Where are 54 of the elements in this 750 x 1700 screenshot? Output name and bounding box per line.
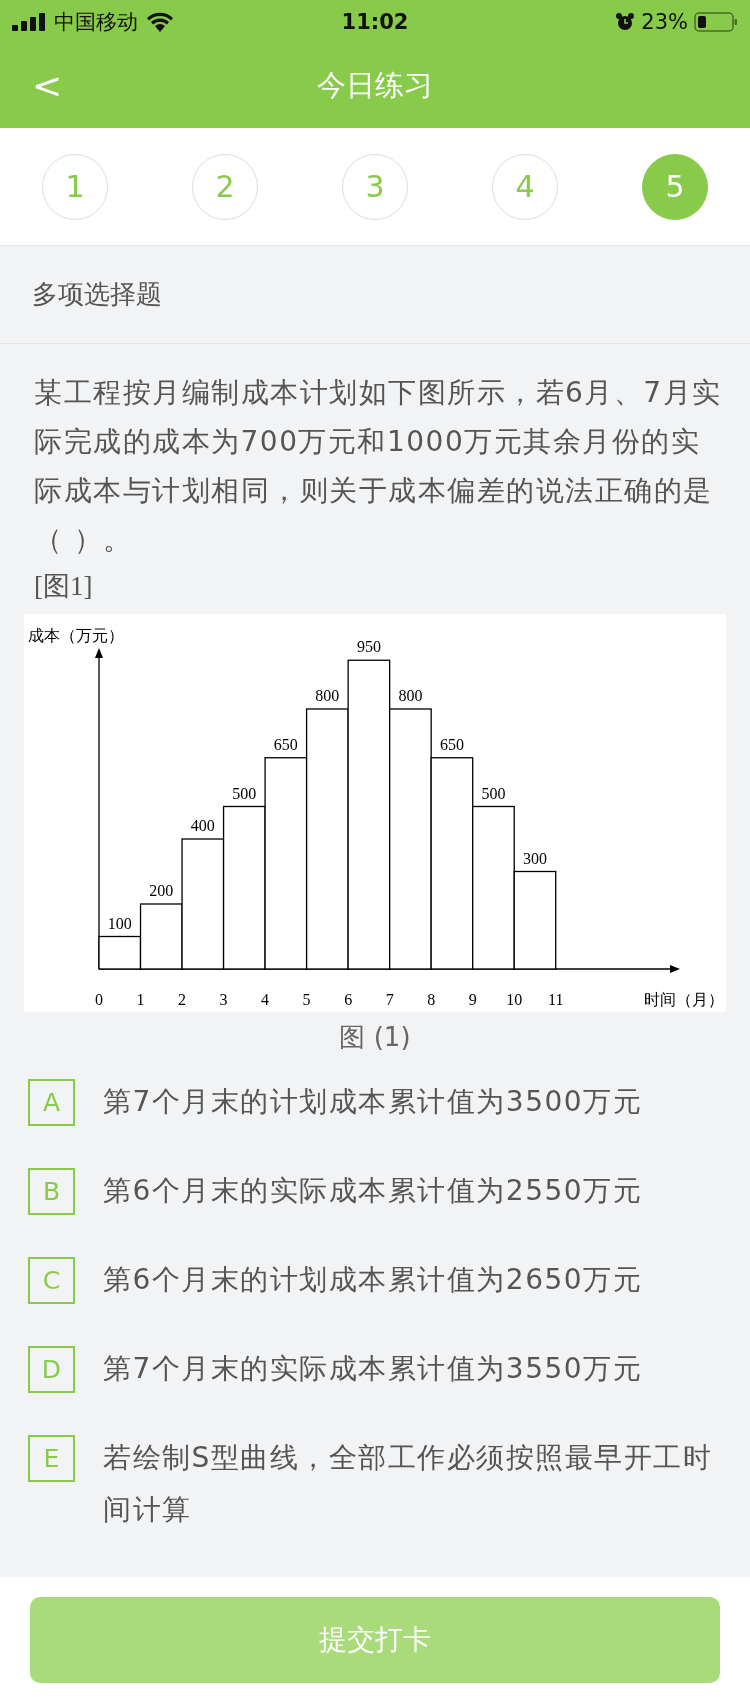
tick-label: 5 <box>302 991 311 1008</box>
page-title: 今日练习 <box>317 67 433 102</box>
question-type: 多项选择题 <box>32 278 162 311</box>
clock-time: 11:02 <box>341 9 409 34</box>
option-letter[interactable]: D <box>28 1346 75 1393</box>
data-label: 500 <box>232 784 257 802</box>
signal-icon <box>12 12 46 31</box>
axis-title: 成本（万元） <box>28 626 124 645</box>
data-label: 400 <box>190 817 215 834</box>
question-number[interactable]: 2 <box>192 153 258 220</box>
option-text[interactable]: 第6个月末的实际成本累计值为2550万元 <box>103 1165 643 1217</box>
figure-caption: 图 (1) <box>339 1022 411 1052</box>
carrier-name: 中国移动 <box>54 8 138 36</box>
option-letter[interactable]: C <box>28 1257 75 1304</box>
option-text[interactable]: 第7个月末的实际成本累计值为3550万元 <box>103 1343 643 1395</box>
data-label: 100 <box>107 914 132 932</box>
tick-label: 11 <box>548 991 564 1008</box>
tick-label: 6 <box>344 991 353 1008</box>
data-label: 200 <box>149 882 174 899</box>
tick-label: 4 <box>261 991 270 1008</box>
option-letter[interactable]: E <box>28 1435 75 1482</box>
question-number[interactable]: 4 <box>492 153 558 220</box>
data-label: 800 <box>398 687 423 704</box>
question-text: 某工程按月编制成本计划如下图所示，若6月、7月实际完成的成本为700万元和1000万元其余月份的实际成本与计划相同，则关于成本偏差的说法正确的是（ ）。 <box>33 375 723 558</box>
data-label: 800 <box>315 687 340 704</box>
tick-label: 1 <box>136 991 145 1008</box>
question-number[interactable]: 1 <box>42 153 108 220</box>
data-label: 650 <box>439 735 464 753</box>
tick-label: 9 <box>468 991 477 1008</box>
data-label: 300 <box>523 849 547 867</box>
tick-label: 0 <box>95 991 103 1008</box>
wifi-icon <box>146 11 174 32</box>
tick-label: 7 <box>385 991 394 1008</box>
data-label: 650 <box>273 735 298 753</box>
battery-percent: 23% <box>641 9 688 34</box>
option-text[interactable]: 若绘制S型曲线，全部工作必须按照最早开工时间计算 <box>103 1432 722 1536</box>
option-text[interactable]: 第7个月末的计划成本累计值为3500万元 <box>103 1076 643 1128</box>
figure-reference: [图1] <box>33 570 94 603</box>
option-letter[interactable]: B <box>28 1168 75 1215</box>
data-label: 950 <box>356 638 381 656</box>
battery-icon <box>694 11 738 32</box>
tick-label: 8 <box>427 991 436 1008</box>
tick-label: 2 <box>178 991 187 1008</box>
data-label: 500 <box>481 784 506 802</box>
tick-label: 10 <box>506 991 523 1008</box>
axis-annotation: 时间（月） <box>644 990 724 1009</box>
tick-label: 3 <box>219 991 228 1008</box>
question-number[interactable]: 3 <box>342 153 408 220</box>
option-letter[interactable]: A <box>28 1079 75 1126</box>
question-number[interactable]: 5 <box>642 153 708 220</box>
back-button[interactable]: < <box>26 65 69 106</box>
alarm-icon <box>615 11 636 32</box>
option-text[interactable]: 第6个月末的计划成本累计值为2650万元 <box>103 1254 643 1306</box>
submit-button[interactable]: 提交打卡 <box>30 1597 720 1683</box>
